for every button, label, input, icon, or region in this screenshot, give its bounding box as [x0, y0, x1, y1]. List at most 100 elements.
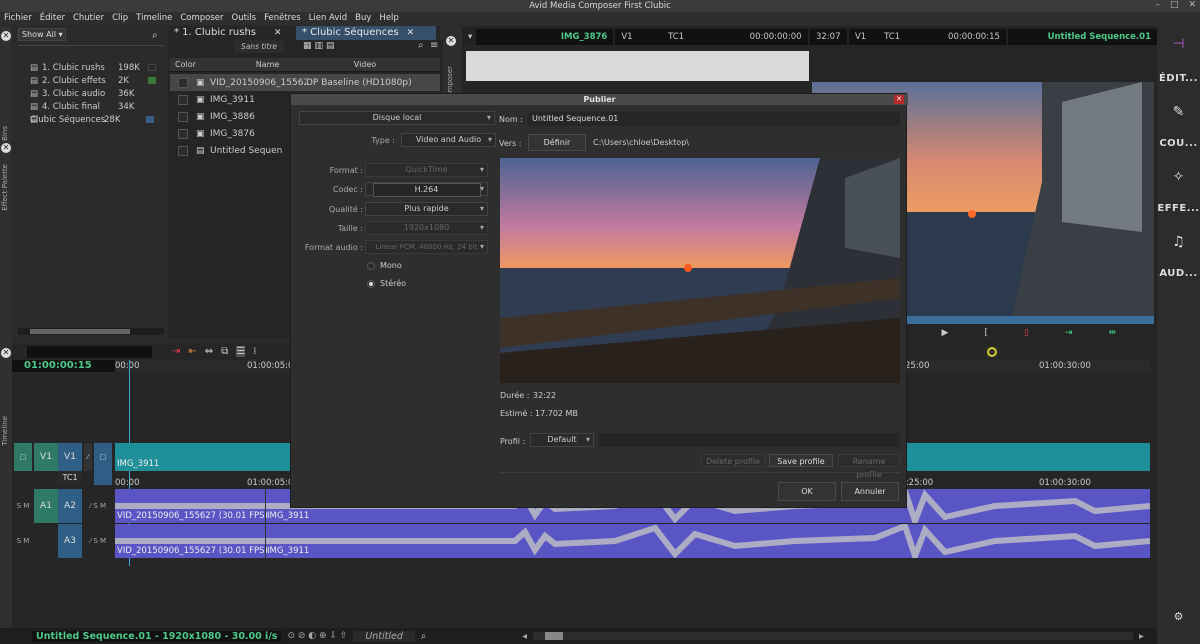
v1-monitor-toggle[interactable]: □ — [14, 443, 32, 471]
menu-lien-avid[interactable]: Lien Avid — [305, 12, 352, 25]
mark-in-icon[interactable]: [ — [984, 328, 988, 338]
edit-mode-icon[interactable]: ⊣ — [1157, 36, 1200, 52]
text-view-icon[interactable]: ▤ — [326, 41, 335, 51]
menu-buy[interactable]: Buy — [351, 12, 375, 25]
color-panel-label[interactable]: COU... — [1157, 138, 1200, 149]
color-tool-icon[interactable]: ✎ — [1157, 104, 1200, 120]
record-marker-icon[interactable]: ▯ — [1024, 328, 1029, 338]
tab-clubic-rushs[interactable]: * 1. Clubic rushs ✕ — [168, 26, 296, 40]
search-icon[interactable]: ⌕ — [152, 30, 158, 41]
dialog-close-icon[interactable]: ✕ — [894, 95, 904, 104]
splice-icon[interactable]: ⇔ — [205, 346, 213, 357]
close-composer-icon[interactable]: ✕ — [446, 36, 456, 46]
clip-row[interactable]: ▣ VID_20150906_155627 DP Baseline (HD1080p… — [170, 74, 440, 91]
audio-tool-icon[interactable]: ♫ — [1157, 234, 1200, 250]
zoom-in-icon[interactable]: ▸ — [1139, 631, 1144, 642]
zoom-out-icon[interactable]: ◂ — [522, 631, 527, 642]
play-icon[interactable]: ▶ — [942, 328, 949, 338]
bin-scrollbar[interactable] — [18, 328, 164, 335]
bins-side-tab[interactable]: Bins — [1, 126, 9, 141]
view-dropdown[interactable]: Sans titre — [234, 40, 284, 53]
close-timeline-icon[interactable]: ✕ — [1, 348, 11, 358]
show-all-dropdown[interactable]: Show All ▾ — [18, 28, 66, 41]
a2-controls[interactable]: ⁄ S M — [84, 489, 112, 523]
v1-lock-icon[interactable]: ⁄ — [84, 443, 92, 471]
menu-fichier[interactable]: Fichier — [0, 12, 36, 25]
menu-fenetres[interactable]: Fenêtres — [260, 12, 305, 25]
effects-tool-icon[interactable]: ✧ — [1157, 169, 1200, 185]
close-tab-icon[interactable]: ✕ — [407, 26, 415, 40]
format-dropdown[interactable]: QuickTime — [365, 163, 488, 177]
bin-item[interactable]: ▤ 4. Clubic final 34K — [12, 100, 167, 113]
maximize-icon[interactable]: □ — [1170, 0, 1179, 12]
delete-profile-button[interactable]: Delete profile — [701, 454, 765, 467]
more-icon[interactable]: ⁞ — [253, 346, 256, 357]
close-effects-icon[interactable]: ✕ — [1, 143, 11, 153]
timeline-timecode[interactable]: 01:00:00:15 — [12, 360, 115, 372]
destination-dropdown[interactable]: Disque local — [299, 111, 495, 125]
column-name[interactable]: Name — [220, 58, 315, 71]
tab-clubic-sequences[interactable]: * Clubic Séquences ✕ — [296, 26, 436, 40]
audio-format-dropdown[interactable]: Linear PCM, 48000 Hz, 24 bit — [365, 240, 488, 254]
menu-clip[interactable]: Clip — [108, 12, 132, 25]
v1-record-track[interactable]: V1 — [58, 443, 82, 471]
timeline-side-tab[interactable]: Timeline — [1, 416, 9, 446]
ok-button[interactable]: OK — [778, 482, 836, 501]
settings-icon[interactable]: ⚙ — [1157, 610, 1200, 623]
audio-panel-label[interactable]: AUD... — [1157, 268, 1200, 279]
script-view-icon[interactable]: ▥ — [315, 41, 324, 51]
mono-radio[interactable] — [367, 262, 375, 270]
source-duration[interactable]: 32:07 — [809, 29, 847, 45]
menu-composer[interactable]: Composer — [176, 12, 227, 25]
quality-dropdown[interactable]: Plus rapide — [365, 202, 488, 216]
v1-source-track[interactable]: V1 — [34, 443, 58, 471]
close-bins-icon[interactable]: ✕ — [1, 31, 11, 41]
cancel-button[interactable]: Annuler — [841, 482, 899, 501]
bin-menu-icon[interactable]: ≡ — [430, 40, 438, 51]
menu-chutier[interactable]: Chutier — [69, 12, 108, 25]
step-icon[interactable]: ⇥ — [1065, 328, 1073, 338]
close-tab-icon[interactable]: ✕ — [274, 26, 282, 40]
effect-palette-side-tab[interactable]: Effect Palette — [1, 164, 9, 211]
source-timecode[interactable]: V1 TC1 00:00:00:00 — [615, 29, 808, 45]
minimize-icon[interactable]: – — [1155, 0, 1160, 12]
timeline-search-icon[interactable]: ⌕ — [421, 631, 426, 642]
scroll-thumb[interactable] — [545, 632, 564, 640]
close-icon[interactable]: ✕ — [1188, 0, 1196, 12]
bin-item[interactable]: ▤ Clubic Séquences 28K — [12, 113, 167, 126]
timeline-zoom-icon[interactable] — [987, 347, 997, 357]
a3-clip[interactable]: VID_20150906_155627 (30.01 FPS) IMG_3911 — [115, 524, 1150, 558]
viewer-menu-icon[interactable]: ▾ — [462, 29, 474, 45]
audio-sync-icon[interactable]: ⇹ — [1108, 328, 1116, 338]
column-video[interactable]: Video — [315, 58, 415, 71]
bin-search-icon[interactable]: ⌕ — [418, 40, 424, 51]
save-profile-button[interactable]: Save profile — [769, 454, 833, 467]
scroll-thumb[interactable] — [30, 329, 130, 334]
profile-name-field[interactable] — [598, 433, 900, 447]
menu-timeline[interactable]: Timeline — [132, 12, 176, 25]
a3-controls[interactable]: ⁄ S M — [84, 524, 112, 558]
menu-help[interactable]: Help — [375, 12, 402, 25]
menu-editer[interactable]: Éditer — [36, 12, 69, 25]
menu-outils[interactable]: Outils — [228, 12, 261, 25]
extract-icon[interactable]: ⇤ — [188, 346, 196, 357]
tc1-sync[interactable] — [94, 471, 112, 485]
column-color[interactable]: Color — [170, 58, 220, 71]
a2-record-track[interactable]: A2 — [58, 489, 82, 523]
type-dropdown[interactable]: Video and Audio — [401, 133, 496, 147]
name-input[interactable]: Untitled Sequence.01 — [528, 112, 900, 126]
timeline-position-field[interactable] — [27, 346, 152, 358]
record-timecode[interactable]: V1 TC1 00:00:00:15 — [848, 29, 1006, 45]
stereo-radio[interactable] — [367, 280, 375, 288]
define-button[interactable]: Définir — [528, 134, 586, 151]
frame-view-icon[interactable]: ▦ — [303, 41, 312, 51]
bin-item[interactable]: ▤ 1. Clubic rushs 198K — [12, 61, 167, 74]
a3-solo-mute[interactable]: S M — [14, 524, 32, 558]
bin-item[interactable]: ▤ 2. Clubic effets 2K — [12, 74, 167, 87]
effects-panel-label[interactable]: EFFE... — [1157, 203, 1200, 214]
a3-record-track[interactable]: A3 — [58, 524, 82, 558]
lift-icon[interactable]: ⇥ — [172, 346, 180, 357]
codec-dropdown[interactable]: H.264 — [365, 182, 488, 197]
v1-sync-icon[interactable]: □ — [94, 443, 112, 471]
a-solo-mute[interactable]: S M — [14, 489, 32, 523]
